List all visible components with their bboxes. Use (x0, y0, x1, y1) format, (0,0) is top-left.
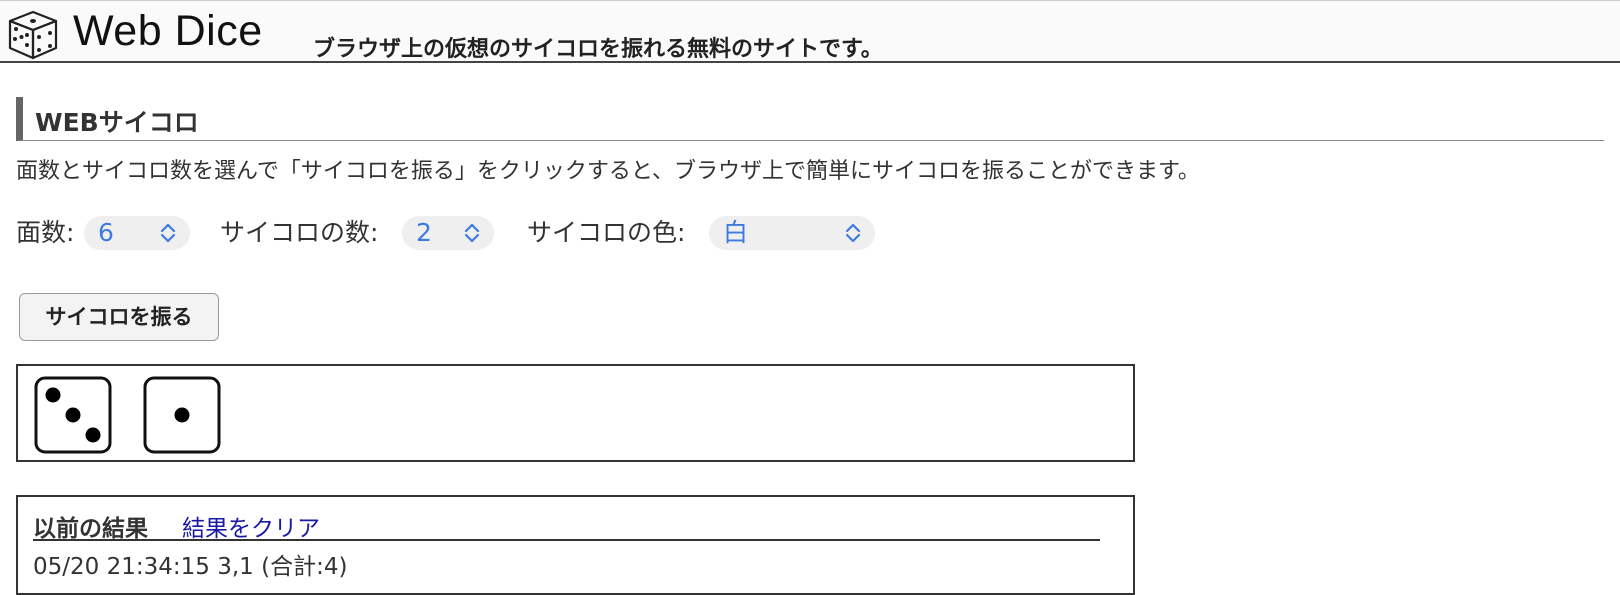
section-heading: WEBサイコロ (16, 97, 1604, 141)
count-label: サイコロの数: (220, 218, 379, 247)
history-header: 以前の結果 結果をクリア (33, 509, 1100, 543)
clear-results-link[interactable]: 結果をクリア (182, 509, 320, 543)
die-pip (65, 407, 81, 423)
die-pip (85, 427, 101, 443)
chevron-up-down-icon (845, 223, 861, 243)
site-title[interactable]: Web Dice (73, 7, 263, 56)
chevron-up-down-icon (160, 223, 176, 243)
faces-label: 面数: (16, 218, 75, 247)
section-title: WEBサイコロ (35, 108, 199, 137)
roll-dice-button[interactable]: サイコロを振る (19, 293, 219, 341)
section-description: 面数とサイコロ数を選んで「サイコロを振る」をクリックすると、ブラウザ上で簡単にサ… (16, 159, 1200, 184)
die-face-1 (143, 376, 221, 454)
dice-result-panel (16, 364, 1135, 462)
chevron-up-down-icon (464, 223, 480, 243)
site-header: Web Dice ブラウザ上の仮想のサイコロを振れる無料のサイトです。 (0, 0, 1620, 63)
die-pip (45, 387, 61, 403)
color-select[interactable]: 白 (709, 216, 875, 250)
count-select-value: 2 (416, 218, 432, 247)
dice-icon (8, 10, 58, 60)
color-select-value: 白 (723, 218, 749, 247)
site-tagline: ブラウザ上の仮想のサイコロを振れる無料のサイトです。 (313, 37, 883, 62)
history-panel: 以前の結果 結果をクリア 05/20 21:34:15 3,1 (合計:4) (16, 495, 1135, 595)
faces-select-value: 6 (98, 218, 114, 247)
faces-select[interactable]: 6 (84, 216, 190, 250)
history-row: 05/20 21:34:15 3,1 (合計:4) (33, 554, 348, 580)
color-label: サイコロの色: (527, 218, 686, 247)
count-select[interactable]: 2 (402, 216, 494, 250)
die-face-3 (34, 376, 112, 454)
history-title: 以前の結果 (33, 516, 148, 542)
die-pip (174, 407, 190, 423)
